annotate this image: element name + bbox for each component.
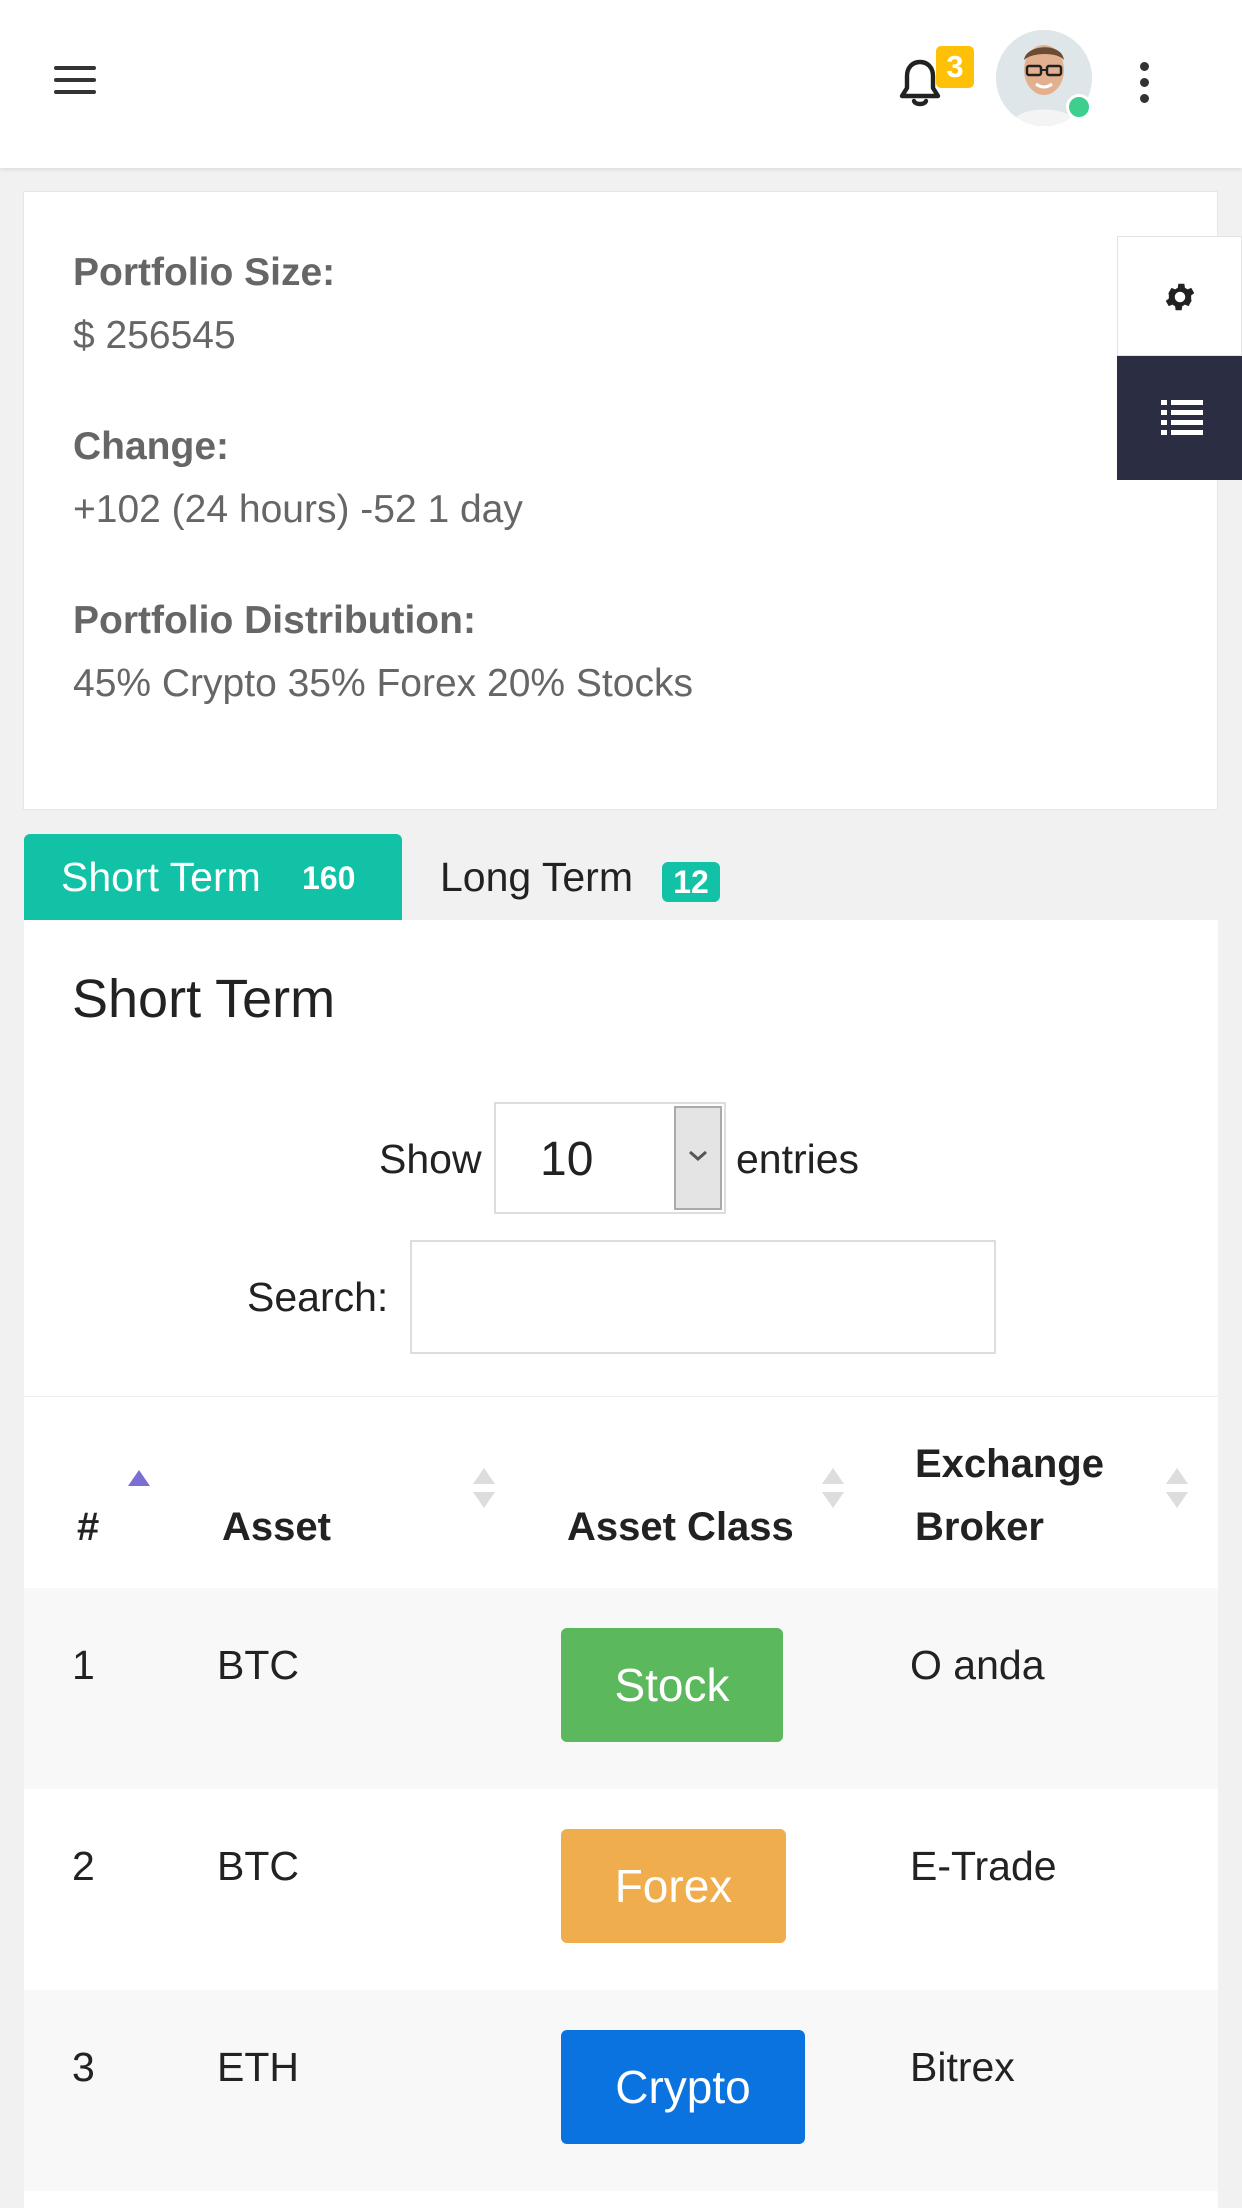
table-row[interactable]: 1 BTC Stock O anda — [24, 1588, 1218, 1789]
row-number: 2 — [72, 1843, 95, 1889]
tab-short-term[interactable]: Short Term 160 — [24, 834, 402, 920]
top-bar: 3 — [0, 0, 1242, 168]
asset-class-badge-forex[interactable]: Forex — [561, 1829, 786, 1943]
short-term-panel: Short Term Show 10 entries Search: # Ass… — [24, 920, 1218, 2208]
row-number: 3 — [72, 2044, 95, 2090]
row-asset: BTC — [217, 1642, 299, 1688]
search-input[interactable] — [410, 1240, 996, 1354]
list-icon — [1161, 400, 1203, 435]
section-title: Short Term — [72, 969, 336, 1029]
column-header-exchange-label: Exchange — [915, 1442, 1104, 1486]
divider — [24, 1396, 1218, 1397]
more-vertical-icon[interactable] — [1134, 62, 1154, 106]
sort-ascending-icon[interactable] — [125, 1464, 153, 1512]
entries-select-value: 10 — [540, 1133, 594, 1186]
chevron-down-icon — [674, 1106, 722, 1210]
list-view-button[interactable] — [1117, 356, 1242, 480]
table-row[interactable]: 2 BTC Forex E-Trade — [24, 1789, 1218, 1990]
distribution-value: 45% Crypto 35% Forex 20% Stocks — [73, 662, 693, 705]
row-broker: E-Trade — [910, 1843, 1057, 1889]
entries-label: entries — [736, 1136, 860, 1182]
sort-icon[interactable] — [819, 1464, 847, 1512]
tab-long-term-label: Long Term — [440, 854, 633, 900]
table-row[interactable]: 3 ETH Crypto Bitrex — [24, 1990, 1218, 2191]
row-asset: BTC — [217, 1843, 299, 1889]
row-broker: O anda — [910, 1642, 1045, 1688]
tab-short-term-label: Short Term — [61, 854, 261, 900]
tab-short-term-count: 160 — [302, 860, 356, 896]
tab-long-term-count: 12 — [662, 862, 720, 902]
column-header-asset[interactable]: Asset — [222, 1496, 331, 1559]
portfolio-size-value: $ 256545 — [73, 314, 236, 357]
entries-select[interactable]: 10 — [494, 1102, 726, 1214]
column-header-broker-label: Broker — [915, 1505, 1044, 1549]
distribution-label: Portfolio Distribution: — [73, 599, 476, 642]
column-header-number[interactable]: # — [77, 1496, 99, 1559]
row-number: 1 — [72, 1642, 95, 1688]
portfolio-summary-card: Portfolio Size: $ 256545 Change: +102 (2… — [23, 191, 1218, 810]
row-asset: ETH — [217, 2044, 299, 2090]
asset-class-badge-crypto[interactable]: Crypto — [561, 2030, 805, 2144]
change-value: +102 (24 hours) -52 1 day — [73, 488, 523, 531]
gear-icon — [1165, 283, 1195, 311]
column-header-asset-class[interactable]: Asset Class — [567, 1496, 794, 1559]
sort-icon[interactable] — [470, 1464, 498, 1512]
column-header-exchange[interactable]: Exchange Broker — [915, 1433, 1104, 1559]
search-label: Search: — [247, 1274, 389, 1320]
row-broker: Bitrex — [910, 2044, 1015, 2090]
show-label: Show — [379, 1136, 482, 1182]
notification-badge: 3 — [936, 46, 974, 88]
sort-icon[interactable] — [1163, 1464, 1191, 1512]
asset-class-badge-stock[interactable]: Stock — [561, 1628, 783, 1742]
tab-long-term[interactable]: Long Term 12 — [408, 834, 738, 920]
online-status-indicator — [1066, 94, 1092, 120]
settings-button[interactable] — [1117, 236, 1242, 356]
menu-icon[interactable] — [54, 66, 96, 98]
portfolio-size-label: Portfolio Size: — [73, 251, 336, 294]
change-label: Change: — [73, 425, 229, 468]
